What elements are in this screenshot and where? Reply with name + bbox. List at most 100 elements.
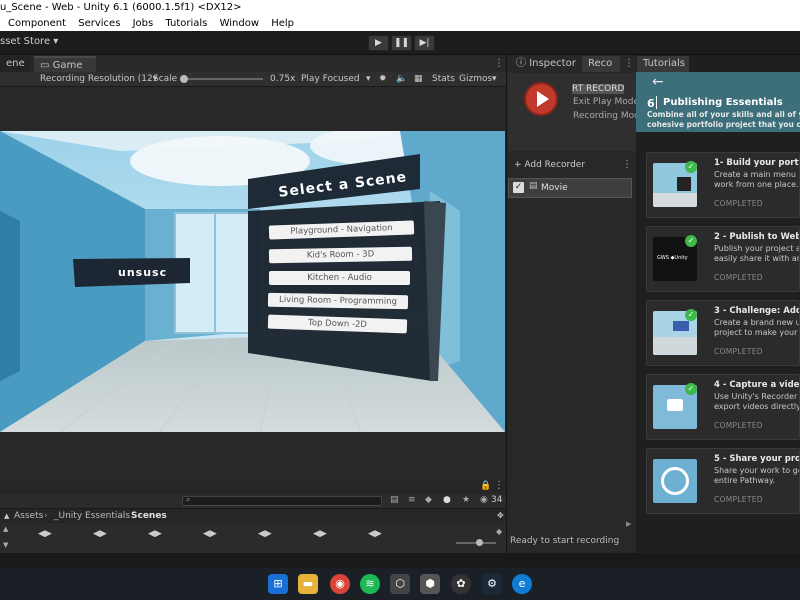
tutorial-card-2[interactable]: GWS ◆Unity ✓ 2 - Publish to WebGL Publis… bbox=[646, 226, 800, 292]
menu-component[interactable]: Component bbox=[8, 16, 66, 31]
gizmos-button[interactable]: Gizmos bbox=[459, 72, 492, 87]
steam-icon[interactable]: ⚙ bbox=[482, 574, 502, 594]
checkbox[interactable]: ✓ bbox=[513, 182, 524, 193]
project-search-input[interactable]: ⌕ bbox=[182, 495, 382, 506]
menu-services[interactable]: Services bbox=[78, 16, 120, 31]
zoom-slider-handle[interactable] bbox=[476, 539, 483, 546]
filter-icon[interactable]: ▤ bbox=[390, 495, 399, 505]
scale-slider[interactable] bbox=[180, 75, 263, 83]
scene-file-icon[interactable]: ◀▶ bbox=[313, 529, 327, 539]
game-toolbar: Recording Resolution (12▾ Scale 0.75x Pl… bbox=[0, 72, 506, 87]
chevron-up-icon[interactable]: ▲ bbox=[4, 509, 9, 523]
tab-tutorials[interactable]: Tutorials bbox=[637, 56, 689, 72]
tab-game[interactable]: ▭ Game bbox=[34, 56, 96, 72]
tutorial-card-3[interactable]: ✓ 3 - Challenge: Add a l Create a brand … bbox=[646, 300, 800, 366]
menu-window[interactable]: Window bbox=[220, 16, 259, 31]
more-icon[interactable]: ⋮ bbox=[622, 159, 632, 170]
tutorial-card-5[interactable]: 5 - Share your project Share your work t… bbox=[646, 448, 800, 514]
project-search-bar: ⌕ ▤ ≡ ◆ ● ★ ◉ 34 bbox=[0, 494, 506, 508]
scene-file-icon[interactable]: ◀▶ bbox=[203, 529, 217, 539]
settings-icon[interactable]: ✥ bbox=[497, 509, 504, 523]
scroll-up-icon[interactable]: ▲ bbox=[3, 525, 8, 533]
breadcrumb-scenes[interactable]: Scenes bbox=[131, 509, 167, 523]
info-icon: ⓘ bbox=[516, 58, 526, 69]
scroll-down-icon[interactable]: ▼ bbox=[3, 541, 8, 549]
warning-icon[interactable]: ● bbox=[443, 495, 451, 505]
tutorial-card-4[interactable]: ✓ 4 - Capture a video of Use Unity's Rec… bbox=[646, 374, 800, 440]
spotify-icon[interactable]: ≋ bbox=[360, 574, 380, 594]
card-status: COMPLETED bbox=[714, 273, 763, 282]
tutorial-title: Publishing Essentials bbox=[663, 97, 783, 108]
scene-file-icon[interactable]: ◀▶ bbox=[148, 529, 162, 539]
pause-button[interactable]: ❚❚ bbox=[391, 35, 412, 51]
start-icon[interactable]: ⊞ bbox=[268, 574, 288, 594]
recorder-item-label: Movie bbox=[541, 183, 568, 193]
play-button[interactable]: ▶ bbox=[368, 35, 389, 51]
tutorial-card-1[interactable]: ✓ 1- Build your portfolio Create a main … bbox=[646, 152, 800, 218]
unity-editor-icon[interactable]: ⬢ bbox=[420, 574, 440, 594]
scene-file-icon[interactable]: ◀▶ bbox=[38, 529, 52, 539]
lock-icon[interactable]: 🔒 bbox=[480, 481, 491, 491]
back-arrow-icon[interactable]: ← bbox=[652, 74, 664, 90]
card-title: 3 - Challenge: Add a l bbox=[714, 306, 799, 316]
edge-icon[interactable]: e bbox=[512, 574, 532, 594]
tab-scene[interactable]: ene bbox=[0, 56, 31, 72]
menu-tutorials[interactable]: Tutorials bbox=[165, 16, 207, 31]
chevron-down-icon: ▾ bbox=[53, 36, 59, 47]
scene-button-living-room[interactable]: Living Room - Programming bbox=[267, 292, 409, 310]
step-button[interactable]: ▶| bbox=[414, 35, 435, 51]
scene-file-icon[interactable]: ◀▶ bbox=[368, 529, 382, 539]
scene-file-icon[interactable]: ◀▶ bbox=[258, 529, 272, 539]
more-icon[interactable]: ⋮ bbox=[494, 58, 504, 69]
chevron-right-icon: › bbox=[122, 511, 126, 521]
tab-game-label: Game bbox=[52, 60, 83, 71]
file-explorer-icon[interactable]: ▬ bbox=[298, 574, 318, 594]
card-status: COMPLETED bbox=[714, 421, 763, 430]
add-recorder-button[interactable]: + Add Recorder bbox=[514, 160, 585, 170]
star-icon[interactable]: ★ bbox=[462, 495, 470, 505]
tab-recorder[interactable]: Reco bbox=[582, 56, 620, 72]
tab-inspector-label: Inspector bbox=[529, 58, 576, 69]
more-icon[interactable]: ⋮ bbox=[494, 480, 504, 491]
scene-button-kids-room[interactable]: Kid's Room - 3D bbox=[268, 246, 413, 264]
scroll-right-icon[interactable]: ▶ bbox=[626, 520, 631, 528]
resolution-dropdown[interactable]: Recording Resolution (12▾ bbox=[40, 72, 157, 87]
play-mode-dropdown[interactable]: Play Focused bbox=[301, 72, 360, 87]
chevron-down-icon[interactable]: ▾ bbox=[366, 72, 371, 87]
label-icon[interactable]: ≡ bbox=[408, 495, 416, 505]
menu-jobs[interactable]: Jobs bbox=[133, 16, 154, 31]
thumbnail bbox=[653, 459, 697, 503]
resolution-label: Recording Resolution (12 bbox=[40, 74, 153, 84]
check-icon: ✓ bbox=[685, 161, 697, 173]
unity-hub-icon[interactable]: ⬡ bbox=[390, 574, 410, 594]
recorder-item-movie[interactable]: ✓ ▤ Movie bbox=[508, 178, 632, 198]
chrome-icon[interactable]: ◉ bbox=[330, 574, 350, 594]
stats-button[interactable]: Stats bbox=[432, 72, 455, 87]
tag-icon[interactable]: ◆ bbox=[425, 495, 432, 505]
chevron-down-icon[interactable]: ▾ bbox=[492, 72, 497, 87]
game-viewport[interactable]: unsusc Select a Scene Playground - Navig… bbox=[0, 131, 505, 432]
tutorial-subtitle-2: cohesive portfolio project that you can … bbox=[647, 120, 800, 129]
audio-icon[interactable]: 🔈 bbox=[396, 72, 407, 87]
slider-handle[interactable] bbox=[180, 75, 188, 83]
menu-bar: Component Services Jobs Tutorials Window… bbox=[0, 16, 800, 31]
tutorial-number: 6 bbox=[647, 97, 655, 110]
chatgpt-icon[interactable]: ✿ bbox=[451, 574, 471, 594]
scene-button-kitchen[interactable]: Kitchen - Audio bbox=[269, 271, 410, 285]
breadcrumb-assets[interactable]: Assets bbox=[14, 509, 43, 523]
record-button[interactable] bbox=[524, 82, 558, 116]
scene-file-icon[interactable]: ◀▶ bbox=[93, 529, 107, 539]
gear-icon[interactable]: ✹ bbox=[379, 72, 387, 87]
card-desc: Create a brand new u project to make your bbox=[714, 318, 800, 337]
scroll-up-icon[interactable]: ◆ bbox=[496, 527, 502, 536]
scene-render bbox=[0, 131, 505, 432]
asset-store-button[interactable]: sset Store ▾ bbox=[0, 36, 58, 47]
divider bbox=[656, 96, 657, 109]
tab-inspector[interactable]: ⓘ Inspector bbox=[510, 56, 582, 72]
display-icon[interactable]: ▦ bbox=[414, 72, 423, 87]
eye-icon[interactable]: ◉ bbox=[480, 495, 488, 505]
menu-help[interactable]: Help bbox=[271, 16, 294, 31]
breadcrumb-unity-essentials[interactable]: _Unity Essentials bbox=[54, 509, 130, 523]
recorder-status: Ready to start recording bbox=[510, 536, 620, 546]
more-icon[interactable]: ⋮ bbox=[624, 58, 634, 69]
